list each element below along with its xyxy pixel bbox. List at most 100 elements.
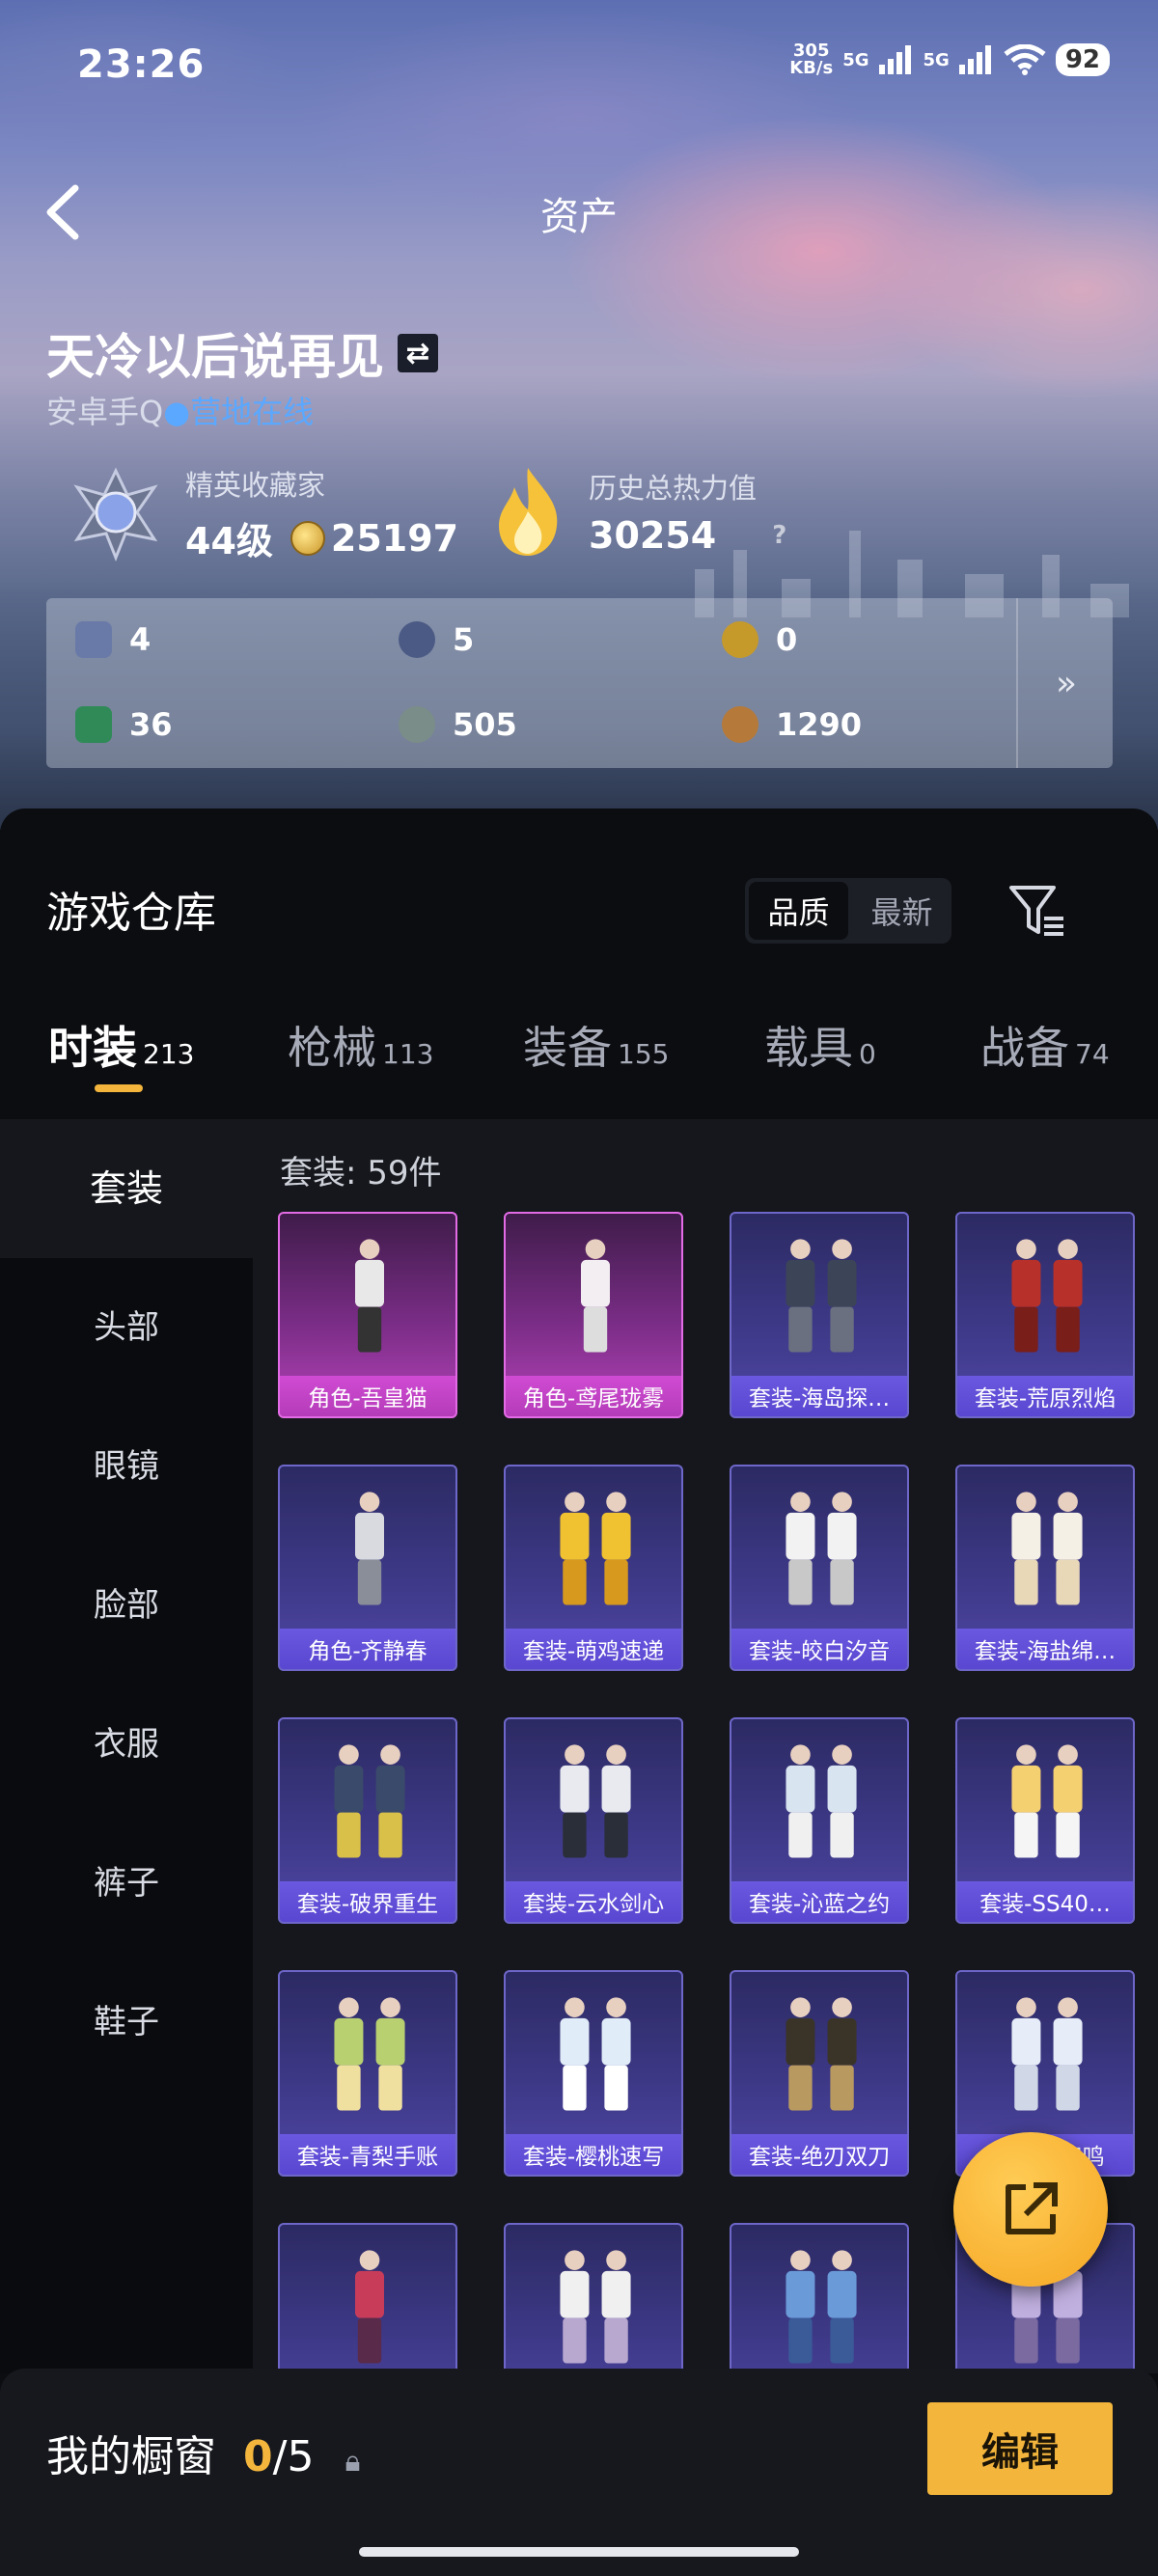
- active-tab-indicator: [95, 1084, 143, 1092]
- item-card[interactable]: 套装-沁蓝之约: [730, 1717, 909, 1924]
- sidebar-item[interactable]: 脸部: [0, 1536, 253, 1675]
- tab-3[interactable]: 载具 0: [764, 1013, 876, 1077]
- collector-title: 精英收藏家: [185, 469, 326, 502]
- tab-count: 74: [1075, 1038, 1110, 1070]
- resource-item: 36: [75, 706, 173, 743]
- resource-panel[interactable]: 4 5 0 36 505 1290 »: [46, 598, 1113, 768]
- item-card[interactable]: 角色-吾皇猫: [278, 1212, 457, 1418]
- outfit-thumbnail: [560, 1492, 631, 1605]
- blue-badge-icon: [399, 621, 435, 658]
- tab-2[interactable]: 装备 155: [523, 1013, 669, 1077]
- item-card[interactable]: [730, 2223, 909, 2373]
- help-icon[interactable]: ?: [772, 521, 786, 550]
- online-status: 营地在线: [190, 394, 315, 430]
- resource-value: 505: [453, 706, 517, 743]
- item-card[interactable]: [278, 2223, 457, 2373]
- item-card[interactable]: 套装-海盐绵…: [955, 1465, 1135, 1671]
- item-name: 套装-海盐绵…: [957, 1629, 1133, 1669]
- sidebar-item[interactable]: 套装: [0, 1119, 253, 1258]
- sim2-label: 5G: [923, 49, 950, 70]
- edit-button[interactable]: 编辑: [927, 2402, 1113, 2495]
- item-name: 套装-绝刃双刀: [731, 2134, 907, 2175]
- wifi-icon: [1004, 44, 1046, 75]
- more-resources-button[interactable]: »: [1016, 598, 1115, 768]
- outfit-thumbnail: [786, 2250, 857, 2364]
- item-name: 套装-云水剑心: [506, 1881, 681, 1922]
- outfit-thumbnail: [1011, 1997, 1083, 2111]
- green-card-icon: [75, 706, 112, 743]
- resource-item: 4: [75, 621, 151, 658]
- flame-icon: [499, 468, 558, 556]
- signal-icon: [958, 45, 991, 74]
- sidebar-item[interactable]: 衣服: [0, 1675, 253, 1814]
- item-card[interactable]: 套装-樱桃速写: [504, 1970, 683, 2177]
- resource-item: 0: [722, 621, 797, 658]
- item-name: 套装-破界重生: [280, 1881, 455, 1922]
- sort-newest-button[interactable]: 最新: [852, 878, 951, 944]
- sidebar-item[interactable]: 鞋子: [0, 1953, 253, 2092]
- item-card[interactable]: 套装-云水剑心: [504, 1717, 683, 1924]
- share-button[interactable]: [953, 2132, 1108, 2287]
- item-card[interactable]: 角色-齐静春: [278, 1465, 457, 1671]
- item-name: 套装-荒原烈焰: [957, 1376, 1133, 1416]
- item-card[interactable]: 套装-荒原烈焰: [955, 1212, 1135, 1418]
- gold-badge-icon: [722, 621, 758, 658]
- card-icon: [75, 621, 112, 658]
- sidebar-item[interactable]: 裤子: [0, 1814, 253, 1953]
- silver-coin-icon: [399, 706, 435, 743]
- item-count-label: 套装: 59件: [280, 1154, 442, 1192]
- outfit-thumbnail: [355, 1239, 384, 1353]
- outfit-thumbnail: [1011, 1239, 1083, 1353]
- outfit-thumbnail: [1011, 1744, 1083, 1858]
- sort-quality-button[interactable]: 品质: [749, 882, 848, 940]
- sort-toggle[interactable]: 品质 最新: [745, 878, 951, 944]
- item-card[interactable]: 套装-绝刃双刀: [730, 1970, 909, 2177]
- tab-label: 载具: [764, 1022, 853, 1074]
- player-name: 天冷以后说再见: [46, 329, 384, 385]
- filter-icon[interactable]: [1006, 878, 1069, 942]
- outfit-thumbnail: [355, 2250, 384, 2364]
- tab-count: 113: [382, 1038, 434, 1070]
- tab-label: 枪械: [288, 1022, 376, 1074]
- external-link-icon: [1006, 2182, 1058, 2234]
- platform-label: 安卓手Q: [46, 394, 164, 430]
- outfit-thumbnail: [1011, 1492, 1083, 1605]
- item-card[interactable]: 套装-破界重生: [278, 1717, 457, 1924]
- lock-icon: 🔒︎: [345, 2445, 361, 2479]
- tab-0[interactable]: 时装 213: [48, 1013, 194, 1077]
- collector-coins: 25197: [330, 516, 459, 560]
- item-name: 角色-齐静春: [280, 1629, 455, 1669]
- item-card[interactable]: 套装-青梨手账: [278, 1970, 457, 2177]
- item-card[interactable]: 套装-SS40…: [955, 1717, 1135, 1924]
- outfit-thumbnail: [334, 1744, 405, 1858]
- tab-1[interactable]: 枪械 113: [288, 1013, 433, 1077]
- resource-value: 36: [129, 706, 173, 743]
- item-card[interactable]: 套装-萌鸡速递: [504, 1465, 683, 1671]
- item-card[interactable]: 套装-皎白汐音: [730, 1465, 909, 1671]
- item-name: 套装-皎白汐音: [731, 1629, 907, 1669]
- item-name: 套装-SS40…: [957, 1881, 1133, 1922]
- showcase-label-row: 我的橱窗 0/5 🔒︎: [46, 2422, 360, 2483]
- tab-label: 战备: [980, 1022, 1069, 1074]
- sidebar-item[interactable]: 头部: [0, 1258, 253, 1397]
- tab-4[interactable]: 战备 74: [980, 1013, 1110, 1077]
- outfit-thumbnail: [355, 1492, 384, 1605]
- item-card[interactable]: 套装-海岛探…: [730, 1212, 909, 1418]
- item-card[interactable]: 角色-鸢尾珑雾: [504, 1212, 683, 1418]
- outfit-thumbnail: [786, 1492, 857, 1605]
- tab-count: 0: [859, 1038, 876, 1070]
- sidebar-item[interactable]: 眼镜: [0, 1397, 253, 1536]
- item-card[interactable]: [504, 2223, 683, 2373]
- tab-label: 时装: [48, 1022, 137, 1074]
- collector-block[interactable]: 精英收藏家 44级 25197: [68, 463, 458, 564]
- outfit-thumbnail: [560, 2250, 631, 2364]
- net-speed: 305 KB/s: [789, 41, 834, 78]
- item-name: 套装-青梨手账: [280, 2134, 455, 2175]
- subcategory-sidebar: 套装 头部 眼镜 脸部 衣服 裤子 鞋子: [0, 1119, 253, 2373]
- outfit-thumbnail: [786, 1239, 857, 1353]
- switch-account-icon[interactable]: ⇄: [398, 334, 438, 372]
- category-tabs: 时装 213 枪械 113 装备 155 载具 0 战备 74: [0, 1013, 1158, 1090]
- item-name: 套装-樱桃速写: [506, 2134, 681, 2175]
- bronze-coin-icon: [722, 706, 758, 743]
- sim1-label: 5G: [842, 49, 869, 70]
